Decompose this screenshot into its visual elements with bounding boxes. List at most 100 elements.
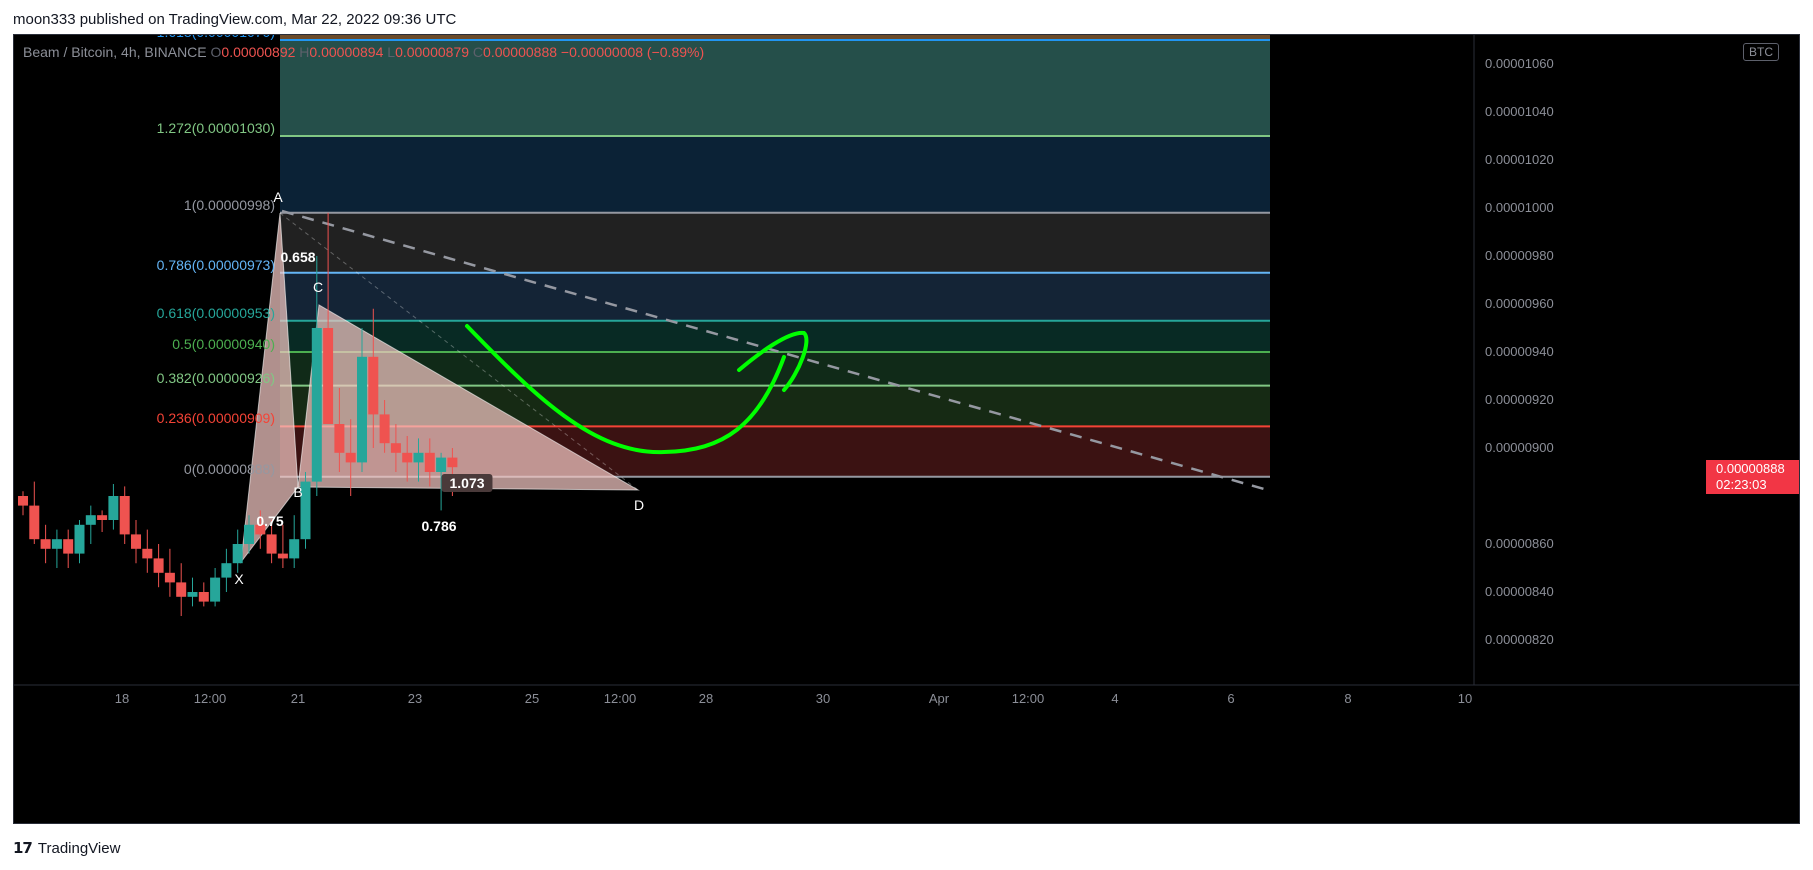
time-axis-tick: 18 xyxy=(114,691,130,706)
symbol-title[interactable]: Beam / Bitcoin, 4h, BINANCE xyxy=(23,44,207,60)
candle-body xyxy=(413,452,424,463)
fib-zone xyxy=(280,212,1270,273)
fib-level-label: 1.272(0.00001030) xyxy=(156,120,275,136)
fib-zone xyxy=(280,320,1270,352)
candle-body xyxy=(142,548,153,559)
fib-level-label: 0.5(0.00000940) xyxy=(172,336,275,352)
last-price-label: 0.00000888 02:23:03 xyxy=(1706,459,1799,494)
candle-body xyxy=(198,592,209,602)
candle-body xyxy=(97,515,108,520)
candle-body xyxy=(390,443,401,453)
price-axis-tick: 0.00000980 xyxy=(1485,248,1554,263)
pattern-point-a: A xyxy=(273,189,283,205)
price-axis-tick: 0.00000840 xyxy=(1485,584,1554,599)
candle-body xyxy=(334,424,345,453)
candle-body xyxy=(311,328,322,482)
ratio-abc: 0.75 xyxy=(256,513,284,529)
footer-brand[interactable]: TradingView xyxy=(38,840,121,857)
candle-body xyxy=(221,563,232,578)
candle-body xyxy=(436,457,447,472)
last-price-value: 0.00000888 xyxy=(1716,460,1785,476)
time-axis-tick: 4 xyxy=(1111,691,1119,706)
candle-body xyxy=(277,553,288,559)
time-axis-tick: 12:00 xyxy=(1011,691,1045,706)
high-value: 0.00000894 xyxy=(309,44,384,60)
candle-body xyxy=(232,544,243,564)
price-axis-tick: 0.00001000 xyxy=(1485,200,1554,215)
time-axis-tick: Apr xyxy=(928,691,950,706)
tradingview-logo-icon: 17 xyxy=(13,839,33,857)
time-axis-tick: 28 xyxy=(698,691,714,706)
candle-body xyxy=(18,496,28,506)
candle-body xyxy=(108,496,119,520)
candle-body xyxy=(323,328,334,424)
price-axis-tick: 0.00000860 xyxy=(1485,536,1554,551)
change-value: −0.00000008 (−0.89%) xyxy=(560,44,705,60)
candle-body xyxy=(40,539,51,549)
fib-level-label: 0.786(0.00000973) xyxy=(156,256,275,273)
fib-zone xyxy=(280,272,1270,321)
symbol-legend: Beam / Bitcoin, 4h, BINANCE O0.00000892 … xyxy=(23,43,704,61)
chart-panel[interactable]: Beam / Bitcoin, 4h, BINANCE O0.00000892 … xyxy=(13,34,1800,824)
candle-body xyxy=(368,356,379,415)
price-axis-tick: 0.00000920 xyxy=(1485,392,1554,407)
price-axis-tick: 0.00001040 xyxy=(1485,104,1554,119)
candle-body xyxy=(153,558,164,573)
ratio-xad: 0.786 xyxy=(421,518,457,534)
candle-body xyxy=(244,524,254,544)
time-axis-tick: 30 xyxy=(815,691,831,706)
candle-body xyxy=(85,515,96,525)
fib-level-label: 0.382(0.00000926) xyxy=(156,369,275,386)
open-value: 0.00000892 xyxy=(221,44,296,60)
pattern-point-x: X xyxy=(234,571,244,587)
candle-body xyxy=(345,452,356,463)
low-label: L xyxy=(387,44,396,60)
pattern-point-d: D xyxy=(633,497,645,513)
time-axis-tick: 21 xyxy=(290,691,306,706)
publish-header: moon333 published on TradingView.com, Ma… xyxy=(13,11,457,28)
ratio-bcd: 1.073 xyxy=(441,474,493,492)
time-axis-tick: 8 xyxy=(1344,691,1352,706)
candle-body xyxy=(266,534,277,554)
price-axis-tick: 0.00000960 xyxy=(1485,296,1554,311)
time-axis-tick: 23 xyxy=(407,691,423,706)
fib-level-label: 1(0.00000998) xyxy=(183,196,275,213)
candle-body xyxy=(402,452,413,463)
candle-body xyxy=(63,539,74,554)
time-axis-tick: 6 xyxy=(1227,691,1235,706)
pattern-point-c: C xyxy=(312,279,324,295)
fib-level-label: 0.236(0.00000909) xyxy=(156,410,275,427)
candle-body xyxy=(164,572,175,583)
pattern-point-b: B xyxy=(293,484,303,500)
time-axis-tick: 12:00 xyxy=(603,691,637,706)
candle-body xyxy=(187,592,198,597)
candle-body xyxy=(51,539,62,549)
candle-body xyxy=(74,524,85,554)
high-label: H xyxy=(299,44,310,60)
close-label: C xyxy=(472,44,484,60)
price-axis-tick: 0.00000940 xyxy=(1485,344,1554,359)
time-axis-tick: 10 xyxy=(1457,691,1473,706)
time-axis-tick: 25 xyxy=(524,691,540,706)
close-value: 0.00000888 xyxy=(483,44,558,60)
time-axis-tick: 12:00 xyxy=(193,691,227,706)
fib-level-label: 1.618(0.00001070) xyxy=(157,35,275,40)
candle-body xyxy=(131,534,141,549)
candle-body xyxy=(289,539,300,559)
price-axis-tick: 0.00000900 xyxy=(1485,440,1554,455)
candle-body xyxy=(424,452,435,472)
price-axis-tick: 0.00000820 xyxy=(1485,632,1554,647)
currency-badge[interactable]: BTC xyxy=(1743,43,1779,61)
price-axis-tick: 0.00001060 xyxy=(1485,56,1554,71)
fib-level-label: 0.618(0.00000953) xyxy=(156,304,275,321)
candle-body xyxy=(176,582,187,597)
footer: 17 TradingView xyxy=(13,838,120,858)
candle-body xyxy=(379,414,390,444)
ratio-xab: 0.658 xyxy=(280,249,316,265)
candle-body xyxy=(210,577,221,602)
candle-body xyxy=(119,496,130,535)
bar-countdown: 02:23:03 xyxy=(1716,476,1767,492)
fib-zone xyxy=(280,136,1270,213)
price-axis-tick: 0.00001020 xyxy=(1485,152,1554,167)
fib-level-label: 0(0.00000888) xyxy=(183,460,275,477)
